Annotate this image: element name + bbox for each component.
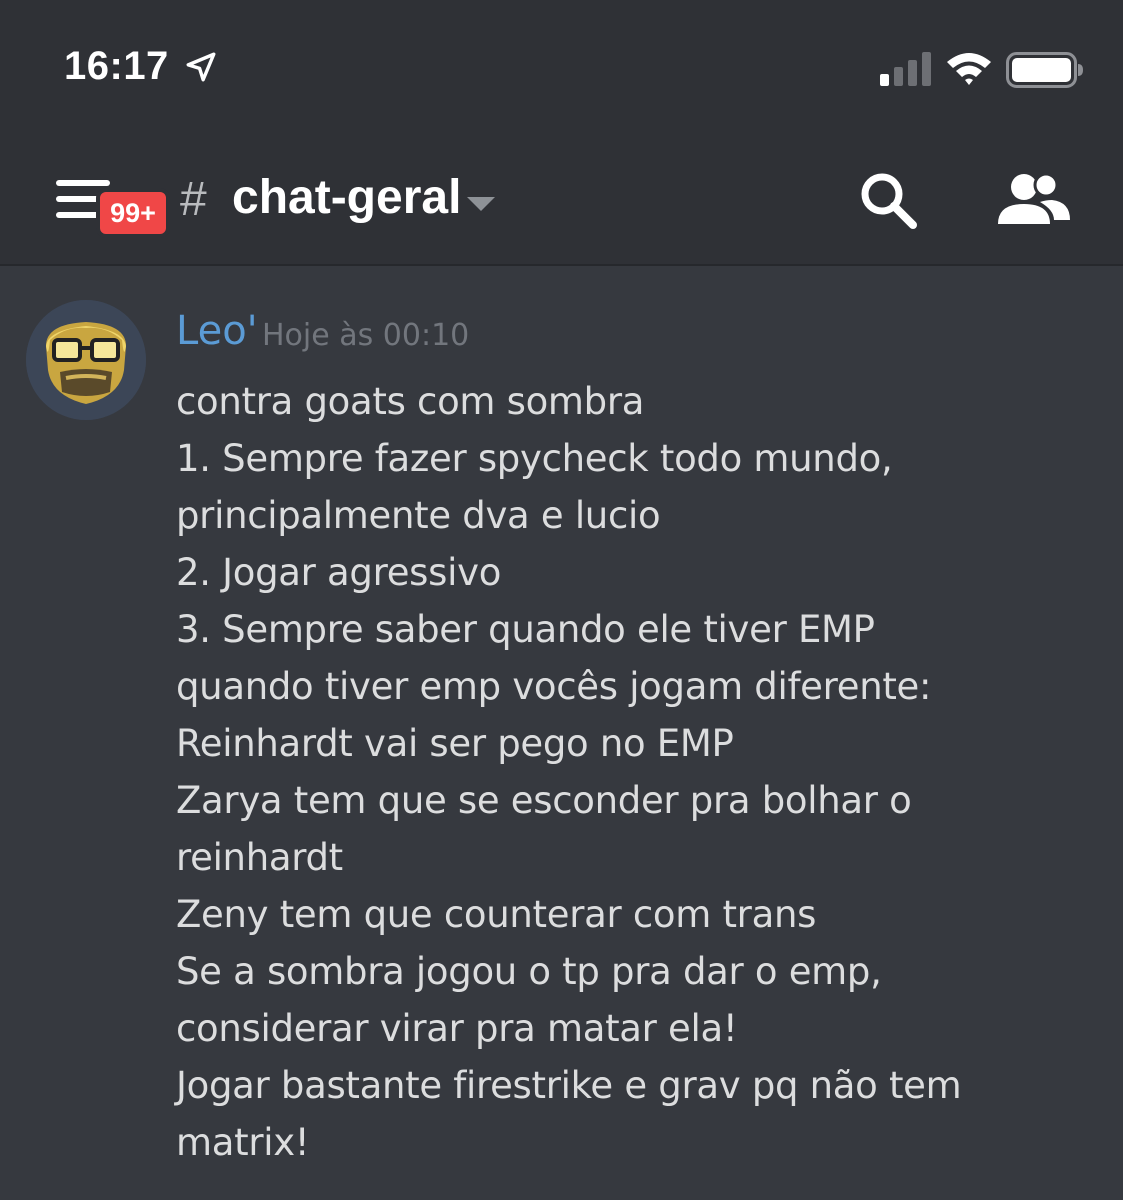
message-line: considerar virar pra matar ela! <box>176 1007 738 1050</box>
message-author[interactable]: Leo' <box>176 308 258 354</box>
message-line: Se a sombra jogou o tp pra dar o emp, <box>176 950 882 993</box>
message-line: reinhardt <box>176 836 343 879</box>
channel-hash-icon: # <box>180 173 207 226</box>
battery-icon <box>1006 52 1083 88</box>
discord-chat-screen: 16:17 99+ # chat-geral Leo' Hoje às 00:1… <box>0 0 1123 1200</box>
unread-badge: 99+ <box>96 188 170 238</box>
message-line: Reinhardt vai ser pego no EMP <box>176 722 734 765</box>
message-line: 3. Sempre saber quando ele tiver EMP <box>176 608 875 651</box>
members-icon[interactable] <box>996 172 1070 226</box>
message-line: 1. Sempre fazer spycheck todo mundo, <box>176 437 893 480</box>
message-line: contra goats com sombra <box>176 380 645 423</box>
cellular-signal-icon <box>880 52 931 86</box>
message-line: matrix! <box>176 1121 310 1164</box>
search-icon[interactable] <box>858 170 918 230</box>
wifi-icon <box>947 53 991 85</box>
message-line: Jogar bastante firestrike e grav pq não … <box>176 1064 962 1107</box>
hamburger-menu-icon <box>56 180 110 186</box>
avatar-image <box>26 300 146 420</box>
message-line: 2. Jogar agressivo <box>176 551 502 594</box>
message-line: quando tiver emp vocês jogam diferente: <box>176 665 932 708</box>
message-line: principalmente dva e lucio <box>176 494 661 537</box>
channel-title[interactable]: chat-geral <box>232 170 461 225</box>
message-timestamp: Hoje às 00:10 <box>262 318 470 353</box>
location-arrow-icon <box>186 52 216 82</box>
avatar[interactable] <box>26 300 146 420</box>
message-content: contra goats com sombra 1. Sempre fazer … <box>176 373 1096 1171</box>
top-bar: 16:17 99+ # chat-geral <box>0 0 1123 266</box>
chevron-down-icon[interactable] <box>466 196 496 212</box>
status-time: 16:17 <box>64 44 169 88</box>
message-line: Zarya tem que se esconder pra bolhar o <box>176 779 912 822</box>
message-line: Zeny tem que counterar com trans <box>176 893 817 936</box>
